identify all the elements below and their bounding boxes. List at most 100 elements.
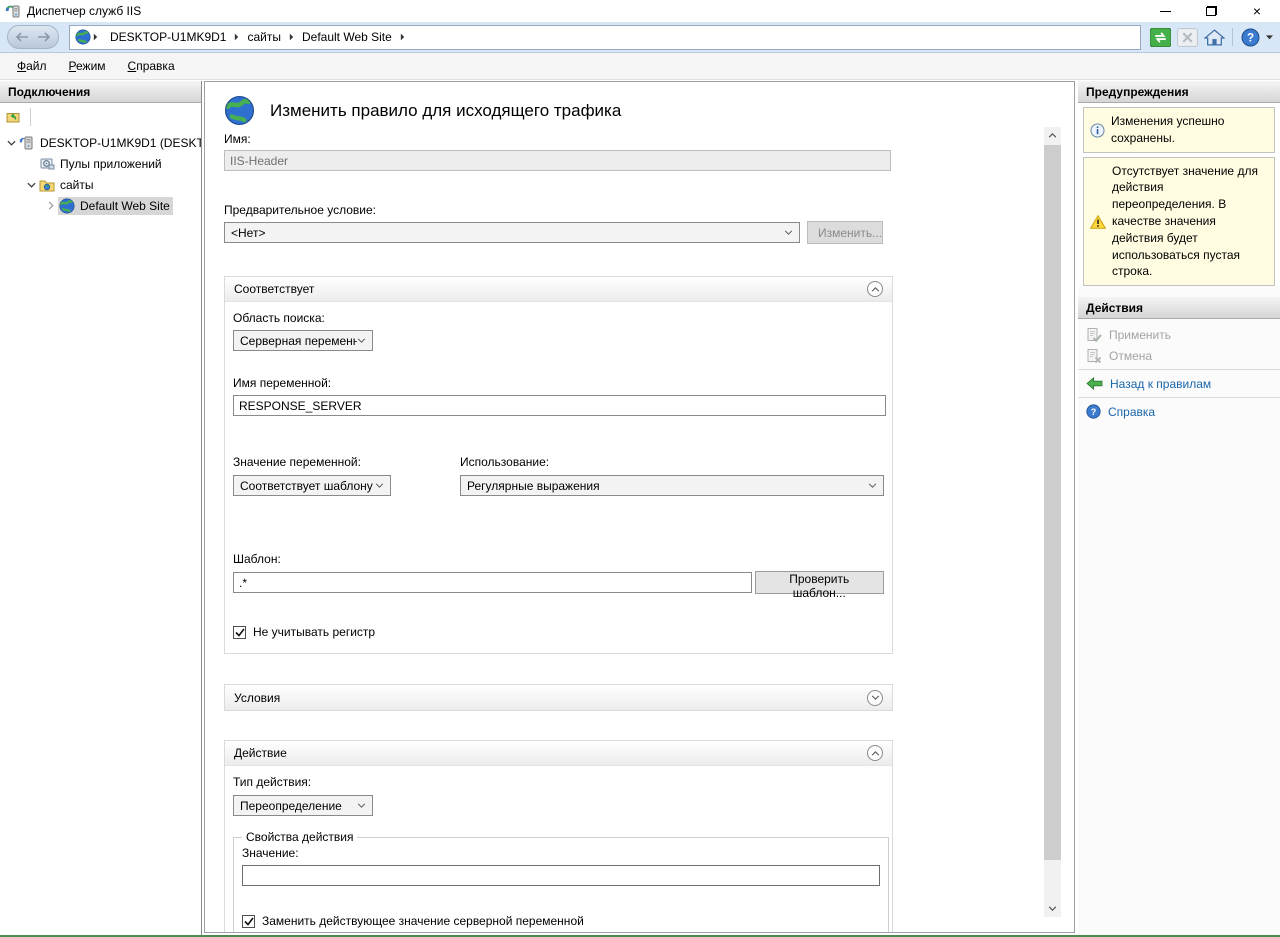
scroll-down-icon[interactable]	[1044, 900, 1061, 917]
iis-manager-window: Диспетчер служб IIS × DESKTOP-U1MK9D1	[0, 0, 1280, 937]
forward-icon[interactable]	[37, 32, 51, 42]
match-section-title: Соответствует	[234, 282, 867, 296]
action-type-select[interactable]: Переопределение	[233, 795, 373, 816]
name-field	[224, 150, 891, 171]
collapse-section-icon[interactable]	[867, 281, 883, 297]
action-value-field[interactable]	[242, 865, 880, 886]
action-properties-group: Свойства действия Значение: Заменить дей…	[233, 830, 889, 933]
menu-bar: Файл Режим Справка	[0, 53, 1280, 80]
app-pools-icon	[39, 156, 55, 172]
close-button[interactable]: ×	[1234, 0, 1280, 22]
action-label[interactable]: Справка	[1108, 405, 1155, 419]
scope-select[interactable]: Серверная переменн	[233, 330, 373, 351]
collapse-section-icon[interactable]	[867, 745, 883, 761]
connections-tree: DESKTOP-U1MK9D1 (DESKTOP Пулы приложений	[0, 130, 201, 216]
precondition-value: <Нет>	[231, 226, 784, 240]
alert-text: Изменения успешно сохранены.	[1111, 113, 1268, 147]
toolbar-separator	[30, 108, 31, 126]
breadcrumb-item-sites[interactable]: сайты	[241, 30, 287, 44]
action-help[interactable]: ? Справка	[1078, 401, 1280, 422]
action-label: Отмена	[1109, 349, 1152, 363]
variable-value: Соответствует шаблону	[240, 479, 375, 493]
breadcrumb-home-button[interactable]	[70, 26, 104, 49]
pattern-field[interactable]	[233, 572, 752, 593]
chevron-right-icon[interactable]	[44, 201, 58, 210]
title-bar: Диспетчер служб IIS ×	[0, 0, 1280, 22]
menu-view[interactable]: Режим	[58, 54, 117, 78]
action-type-label: Тип действия:	[233, 775, 884, 789]
chevron-down-icon	[868, 483, 877, 488]
navigation-buttons	[7, 25, 59, 49]
precondition-select[interactable]: <Нет>	[224, 222, 800, 243]
expand-section-icon[interactable]	[867, 690, 883, 706]
address-bar: DESKTOP-U1MK9D1 сайты Default Web Site ?	[0, 22, 1280, 53]
save-connection-icon[interactable]	[5, 109, 21, 125]
usage-label: Использование:	[460, 455, 884, 469]
apply-icon	[1086, 327, 1102, 343]
breadcrumb-arrow-icon[interactable]	[232, 33, 241, 41]
page-title: Изменить правило для исходящего трафика	[270, 101, 621, 121]
right-panel: Предупреждения Изменения успешно сохране…	[1078, 81, 1280, 935]
usage-select[interactable]: Регулярные выражения	[460, 475, 884, 496]
restore-button[interactable]	[1188, 0, 1234, 22]
refresh-icon[interactable]	[1149, 27, 1172, 47]
warnings-header: Предупреждения	[1078, 81, 1280, 103]
tree-item-sites[interactable]: сайты	[0, 174, 201, 195]
tree-item-server[interactable]: DESKTOP-U1MK9D1 (DESKTOP	[0, 132, 201, 153]
replace-value-checkbox[interactable]	[242, 915, 255, 928]
variable-name-label: Имя переменной:	[233, 376, 884, 390]
scrollbar-thumb[interactable]	[1044, 145, 1061, 860]
minimize-button[interactable]	[1142, 0, 1188, 22]
chevron-down-icon[interactable]	[4, 140, 18, 146]
action-cancel: Отмена	[1078, 345, 1280, 366]
chevron-down-icon	[357, 338, 366, 343]
breadcrumb: DESKTOP-U1MK9D1 сайты Default Web Site	[69, 25, 1141, 50]
connections-header: Подключения	[0, 81, 201, 103]
home-icon[interactable]	[1203, 27, 1226, 47]
vertical-scrollbar[interactable]	[1044, 127, 1061, 917]
actions-separator	[1078, 369, 1280, 370]
alert-text: Отсутствует значение для действия переоп…	[1112, 163, 1268, 281]
action-label[interactable]: Назад к правилам	[1110, 377, 1211, 391]
menu-file[interactable]: Файл	[6, 54, 58, 78]
help-icon[interactable]: ?	[1239, 27, 1262, 47]
variable-value-label: Значение переменной:	[233, 455, 460, 469]
back-icon[interactable]	[15, 32, 29, 42]
ignore-case-checkbox[interactable]	[233, 626, 246, 639]
help-circle-icon: ?	[1086, 404, 1101, 419]
action-label: Применить	[1109, 328, 1171, 342]
scope-label: Область поиска:	[233, 311, 884, 325]
address-bar-buttons: ?	[1149, 27, 1273, 47]
main-area: Подключения DESKTOP-U1MK9D1 (DESK	[0, 80, 1280, 935]
warning-icon	[1090, 163, 1106, 281]
action-value-label: Значение:	[242, 846, 880, 860]
actions-list: Применить Отмена Назад к правилам	[1078, 319, 1280, 422]
actions-header: Действия	[1078, 297, 1280, 319]
action-back-to-rules[interactable]: Назад к правилам	[1078, 373, 1280, 394]
svg-text:?: ?	[1247, 31, 1254, 44]
tree-item-label: Default Web Site	[80, 199, 170, 213]
stop-icon	[1176, 27, 1199, 47]
menu-help[interactable]: Справка	[117, 54, 186, 78]
breadcrumb-arrow-icon[interactable]	[398, 33, 407, 41]
edit-precondition-button: Изменить...	[807, 221, 883, 244]
chevron-down-icon[interactable]	[24, 182, 38, 188]
breadcrumb-item-server[interactable]: DESKTOP-U1MK9D1	[104, 30, 232, 44]
help-dropdown-icon[interactable]	[1266, 35, 1273, 40]
tree-item-app-pools[interactable]: Пулы приложений	[0, 153, 201, 174]
chevron-down-icon	[784, 230, 793, 235]
test-pattern-button[interactable]: Проверить шаблон...	[755, 571, 884, 594]
scroll-up-icon[interactable]	[1044, 127, 1061, 144]
page-globe-icon	[224, 95, 255, 126]
alert-warning: Отсутствует значение для действия переоп…	[1083, 157, 1275, 287]
precondition-label: Предварительное условие:	[224, 203, 1074, 217]
name-label: Имя:	[224, 132, 1074, 146]
tree-item-default-web-site[interactable]: Default Web Site	[0, 195, 201, 216]
variable-name-field[interactable]	[233, 395, 886, 416]
info-icon	[1090, 113, 1105, 147]
breadcrumb-item-site[interactable]: Default Web Site	[296, 30, 398, 44]
breadcrumb-arrow-icon	[93, 33, 98, 41]
tree-item-label: DESKTOP-U1MK9D1 (DESKTOP	[40, 136, 201, 150]
variable-value-select[interactable]: Соответствует шаблону	[233, 475, 391, 496]
breadcrumb-arrow-icon[interactable]	[287, 33, 296, 41]
